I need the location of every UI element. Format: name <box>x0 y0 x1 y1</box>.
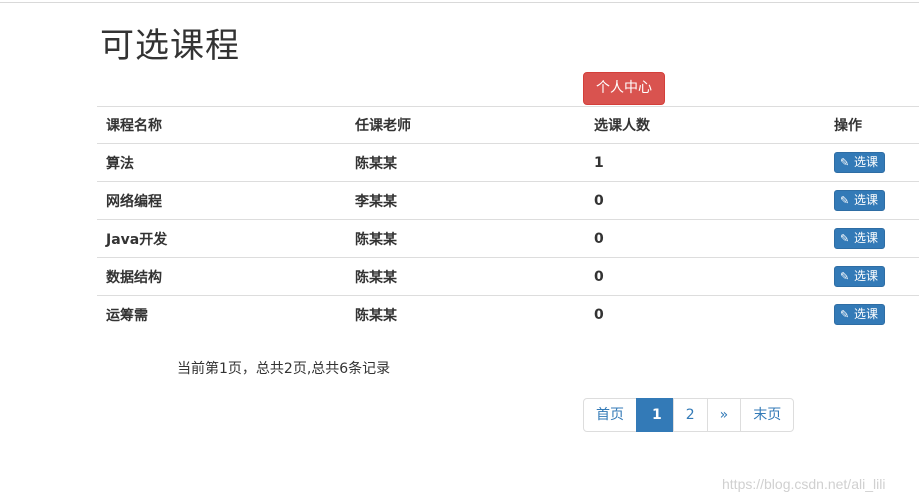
pagination-page-2[interactable]: 2 <box>672 398 708 432</box>
select-course-label: 选课 <box>854 193 879 207</box>
course-name-cell: 数据结构 <box>97 257 346 296</box>
select-course-label: 选课 <box>854 307 879 322</box>
table-row: 算法 陈某某 1 ✎ 选课 <box>97 143 919 182</box>
operation-cell: ✎ 选课 <box>825 219 919 258</box>
select-course-label: 选课 <box>854 231 879 245</box>
course-name-cell: 算法 <box>97 143 346 182</box>
course-name-cell: Java开发 <box>97 219 346 258</box>
header-teacher: 任课老师 <box>346 106 585 144</box>
pagination-page-1[interactable]: 1 <box>636 398 674 432</box>
table-row: 数据结构 陈某某 0 ✎ 选课 <box>97 257 919 296</box>
pagination: 首页 1 2 » 末页 <box>583 398 795 432</box>
header-enroll-count: 选课人数 <box>585 106 825 144</box>
select-course-button[interactable]: ✎ 选课 <box>834 190 886 211</box>
pencil-icon: ✎ <box>840 232 850 245</box>
select-course-label: 选课 <box>854 155 879 169</box>
select-course-label: 选课 <box>854 269 879 283</box>
teacher-cell: 陈某某 <box>346 143 585 182</box>
select-course-button[interactable]: ✎ 选课 <box>834 228 886 249</box>
course-name-cell: 运筹需 <box>97 295 346 334</box>
course-name-cell: 网络编程 <box>97 181 346 220</box>
teacher-cell: 陈某某 <box>346 257 585 296</box>
personal-center-button[interactable]: 个人中心 <box>583 72 665 105</box>
page-title: 可选课程 <box>100 26 240 66</box>
pagination-first[interactable]: 首页 <box>583 398 637 432</box>
pencil-icon: ✎ <box>840 270 850 283</box>
teacher-cell: 陈某某 <box>346 219 585 258</box>
pencil-icon: ✎ <box>840 156 850 169</box>
operation-cell: ✎ 选课 <box>825 257 919 296</box>
enroll-count-cell: 1 <box>585 143 825 182</box>
records-summary: 当前第1页，总共2页,总共6条记录 <box>177 361 391 377</box>
enroll-count-cell: 0 <box>585 257 825 296</box>
select-course-button[interactable]: ✎ 选课 <box>834 152 886 173</box>
table-row: 运筹需 陈某某 0 ✎ 选课 <box>97 295 919 334</box>
enroll-count-cell: 0 <box>585 295 825 334</box>
table-header-row: 课程名称 任课老师 选课人数 操作 <box>97 106 919 144</box>
select-course-button[interactable]: ✎ 选课 <box>834 266 886 287</box>
top-divider <box>0 2 919 3</box>
operation-cell: ✎ 选课 <box>825 295 919 334</box>
pagination-next[interactable]: » <box>706 398 742 432</box>
course-table: 课程名称 任课老师 选课人数 操作 算法 陈某某 1 ✎ 选课 网络编程 李某某 … <box>97 106 919 334</box>
pagination-last[interactable]: 末页 <box>740 398 795 432</box>
enroll-count-cell: 0 <box>585 219 825 258</box>
enroll-count-cell: 0 <box>585 181 825 220</box>
table-row: 网络编程 李某某 0 ✎ 选课 <box>97 181 919 220</box>
pencil-icon: ✎ <box>840 194 850 207</box>
operation-cell: ✎ 选课 <box>825 143 919 182</box>
header-operation: 操作 <box>825 106 919 144</box>
watermark: https://blog.csdn.net/ali_lili <box>722 476 886 492</box>
header-course-name: 课程名称 <box>97 106 346 144</box>
select-course-button[interactable]: ✎ 选课 <box>834 304 886 326</box>
operation-cell: ✎ 选课 <box>825 181 919 220</box>
teacher-cell: 陈某某 <box>346 295 585 334</box>
pencil-icon: ✎ <box>840 308 850 322</box>
table-row: Java开发 陈某某 0 ✎ 选课 <box>97 219 919 258</box>
teacher-cell: 李某某 <box>346 181 585 220</box>
